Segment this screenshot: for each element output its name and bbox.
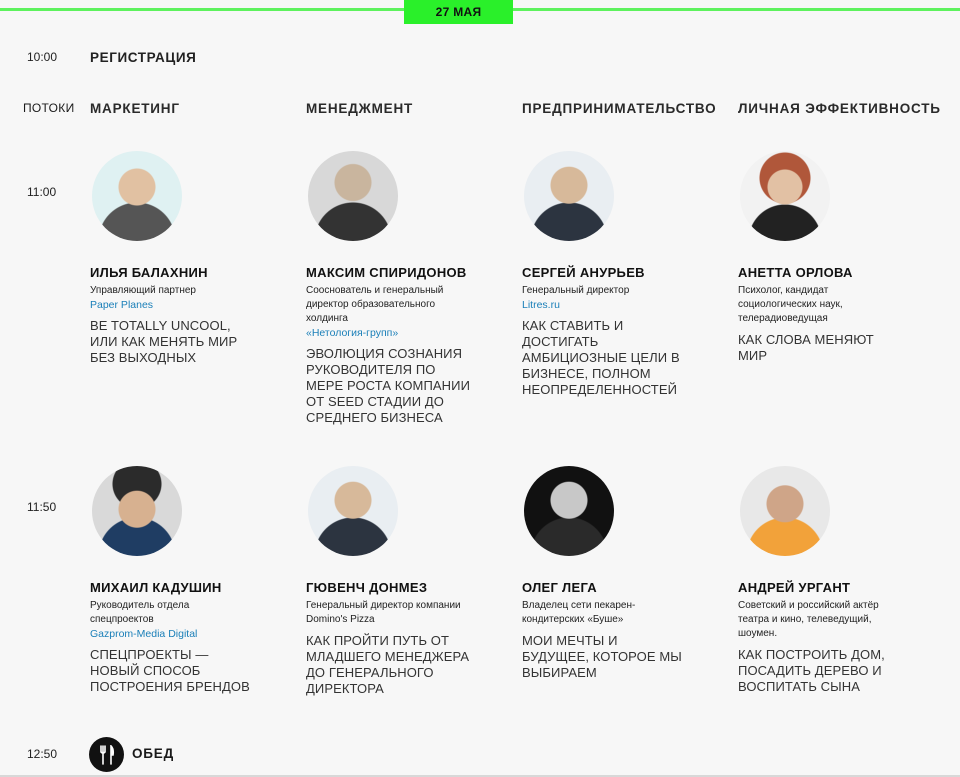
speaker-company[interactable]: Litres.ru bbox=[522, 298, 702, 312]
speaker-name[interactable]: ОЛЕГ ЛЕГА bbox=[522, 580, 702, 595]
speaker-role: Советский и российский актёр театра и ки… bbox=[738, 600, 879, 639]
fork-knife-icon-svg bbox=[99, 744, 114, 765]
date-badge[interactable]: 27 МАЯ bbox=[404, 0, 513, 24]
time-slot-1: 11:00 bbox=[27, 185, 57, 199]
speaker-name[interactable]: АНДРЕЙ УРГАНТ bbox=[738, 580, 918, 595]
speaker-card[interactable]: ГЮВЕНЧ ДОНМЕЗ Генеральный директор компа… bbox=[306, 466, 486, 697]
speaker-photo[interactable] bbox=[92, 466, 182, 556]
time-slot-2: 11:50 bbox=[27, 500, 57, 514]
talk-topic: КАК ПОСТРОИТЬ ДОМ, ПОСАДИТЬ ДЕРЕВО И ВОС… bbox=[738, 647, 885, 694]
speaker-card[interactable]: АНДРЕЙ УРГАНТ Советский и российский акт… bbox=[738, 466, 918, 695]
speaker-role: Сооснователь и генеральный директор обра… bbox=[306, 285, 444, 324]
speaker-name[interactable]: СЕРГЕЙ АНУРЬЕВ bbox=[522, 265, 702, 280]
speaker-role: Владелец сети пекарен-кондитерских «Буше… bbox=[522, 600, 636, 625]
speaker-role: Управляющий партнер bbox=[90, 285, 196, 296]
speaker-card[interactable]: АНЕТТА ОРЛОВА Психолог, кандидат социоло… bbox=[738, 151, 918, 364]
speaker-card[interactable]: ОЛЕГ ЛЕГА Владелец сети пекарен-кондитер… bbox=[522, 466, 702, 681]
talk-topic: МОИ МЕЧТЫ И БУДУЩЕЕ, КОТОРОЕ МЫ ВЫБИРАЕМ bbox=[522, 633, 682, 680]
talk-topic: КАК ПРОЙТИ ПУТЬ ОТ МЛАДШЕГО МЕНЕДЖЕРА ДО… bbox=[306, 633, 470, 696]
stream-marketing: МАРКЕТИНГ bbox=[90, 101, 180, 116]
speaker-photo[interactable] bbox=[308, 466, 398, 556]
stream-entrepreneurship: ПРЕДПРИНИМАТЕЛЬСТВО bbox=[522, 101, 717, 116]
speaker-company[interactable]: Paper Planes bbox=[90, 298, 270, 312]
stream-management: МЕНЕДЖМЕНТ bbox=[306, 101, 414, 116]
speaker-role: Психолог, кандидат социологических наук,… bbox=[738, 285, 843, 324]
speaker-name[interactable]: МИХАИЛ КАДУШИН bbox=[90, 580, 270, 595]
talk-topic: КАК СТАВИТЬ И ДОСТИГАТЬ АМБИЦИОЗНЫЕ ЦЕЛИ… bbox=[522, 318, 680, 397]
talk-topic: BE TOTALLY UNCOOL, ИЛИ КАК МЕНЯТЬ МИР БЕ… bbox=[90, 318, 238, 365]
registration-label: РЕГИСТРАЦИЯ bbox=[90, 50, 197, 65]
speaker-name[interactable]: ИЛЬЯ БАЛАХНИН bbox=[90, 265, 270, 280]
speaker-company[interactable]: «Нетология-групп» bbox=[306, 326, 486, 340]
talk-topic: КАК СЛОВА МЕНЯЮТ МИР bbox=[738, 332, 874, 363]
speaker-photo[interactable] bbox=[740, 466, 830, 556]
speaker-role: Генеральный директор bbox=[522, 285, 630, 296]
speaker-photo[interactable] bbox=[308, 151, 398, 241]
speaker-card[interactable]: СЕРГЕЙ АНУРЬЕВ Генеральный директор Litr… bbox=[522, 151, 702, 398]
time-registration: 10:00 bbox=[27, 50, 58, 64]
speaker-role: Генеральный директор компании Domino's P… bbox=[306, 600, 461, 625]
stream-personal-efficiency: ЛИЧНАЯ ЭФФЕКТИВНОСТЬ bbox=[738, 101, 941, 116]
streams-label: ПОТОКИ bbox=[23, 101, 75, 115]
speaker-photo[interactable] bbox=[524, 151, 614, 241]
speaker-card[interactable]: МИХАИЛ КАДУШИН Руководитель отдела спецп… bbox=[90, 466, 270, 695]
speaker-name[interactable]: МАКСИМ СПИРИДОНОВ bbox=[306, 265, 486, 280]
speaker-card[interactable]: ИЛЬЯ БАЛАХНИН Управляющий партнер Paper … bbox=[90, 151, 270, 366]
speaker-card[interactable]: МАКСИМ СПИРИДОНОВ Сооснователь и генерал… bbox=[306, 151, 486, 426]
talk-topic: СПЕЦПРОЕКТЫ — НОВЫЙ СПОСОБ ПОСТРОЕНИЯ БР… bbox=[90, 647, 250, 694]
speaker-role: Руководитель отдела спецпроектов bbox=[90, 600, 190, 625]
speaker-name[interactable]: ГЮВЕНЧ ДОНМЕЗ bbox=[306, 580, 486, 595]
speaker-name[interactable]: АНЕТТА ОРЛОВА bbox=[738, 265, 918, 280]
speaker-photo[interactable] bbox=[740, 151, 830, 241]
speaker-photo[interactable] bbox=[92, 151, 182, 241]
talk-topic: ЭВОЛЮЦИЯ СОЗНАНИЯ РУКОВОДИТЕЛЯ ПО МЕРЕ Р… bbox=[306, 346, 471, 425]
speaker-company[interactable]: Gazprom-Media Digital bbox=[90, 627, 270, 641]
time-lunch: 12:50 bbox=[27, 747, 58, 761]
speaker-photo[interactable] bbox=[524, 466, 614, 556]
lunch-label: ОБЕД bbox=[132, 746, 175, 761]
fork-knife-icon bbox=[89, 737, 124, 772]
